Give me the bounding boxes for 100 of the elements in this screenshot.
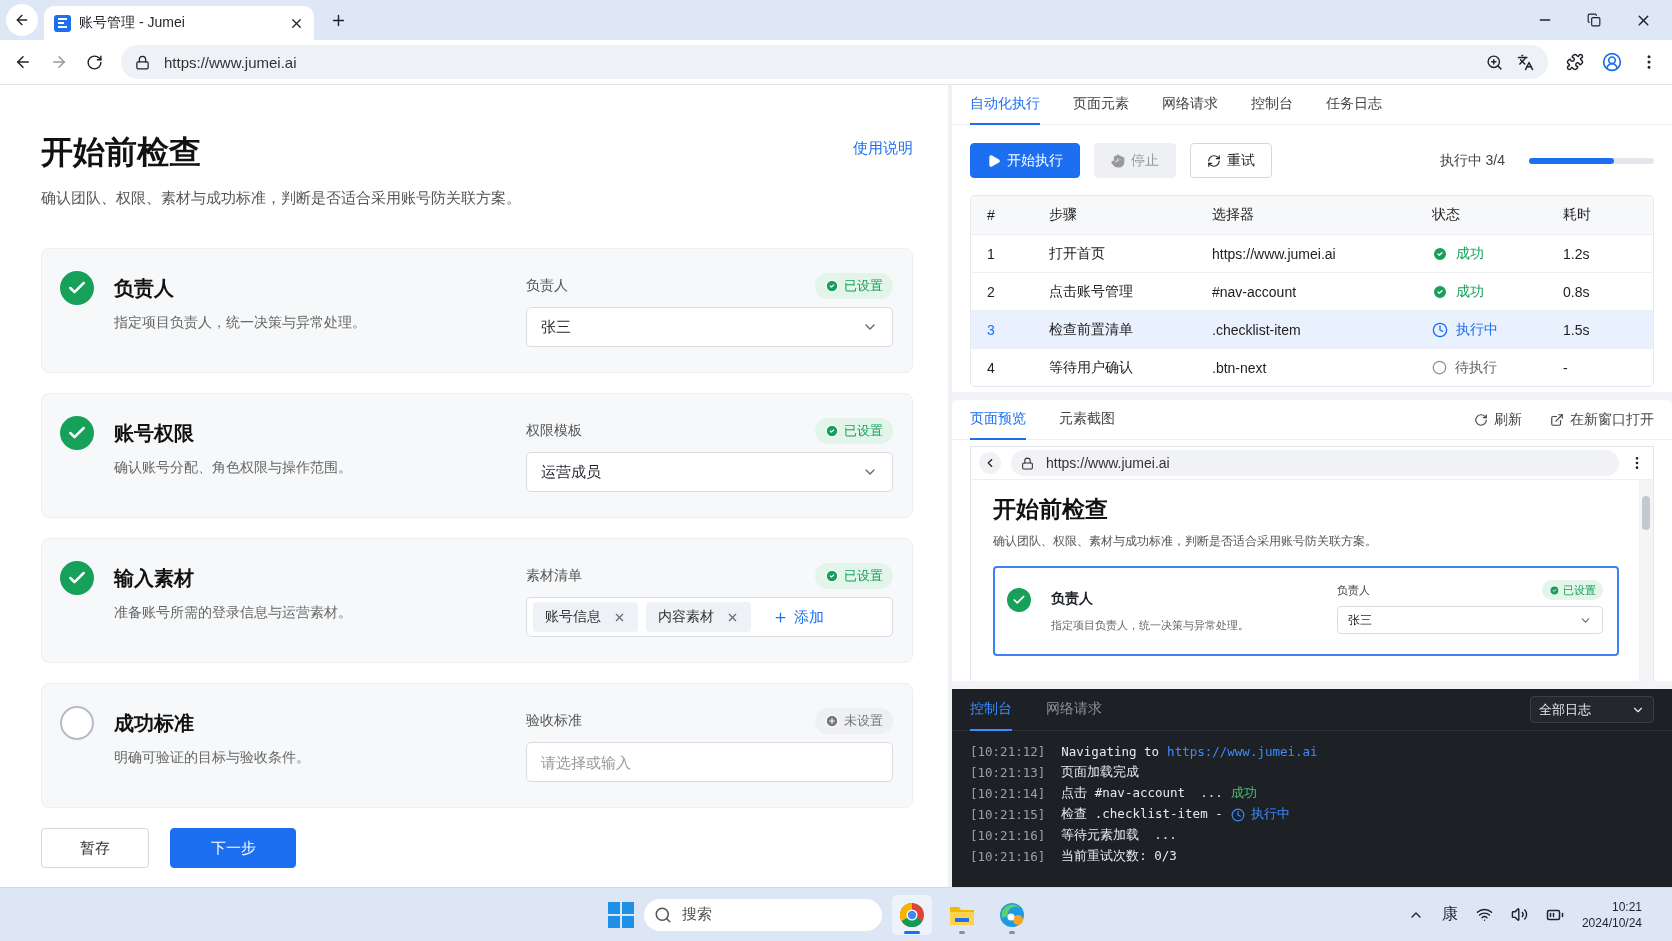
panel-tab[interactable]: 页面元素 — [1073, 84, 1129, 125]
save-draft-button[interactable]: 暂存 — [41, 828, 149, 868]
back-icon[interactable] — [14, 53, 32, 71]
table-cell-text: - — [1563, 359, 1569, 376]
extensions-icon[interactable] — [1566, 53, 1584, 71]
input-method[interactable]: 康 — [1441, 904, 1458, 925]
tag: 内容素材 — [646, 602, 751, 632]
console-tab[interactable]: 控制台 — [970, 688, 1012, 731]
volume-icon[interactable] — [1510, 906, 1528, 923]
chrome-icon — [899, 901, 925, 928]
table-cell-text: 0.8s — [1563, 283, 1591, 300]
preview-address-bar: https://www.jumei.ai — [1011, 450, 1619, 476]
field-label: 负责人 — [526, 277, 568, 295]
scrollbar[interactable] — [1639, 480, 1653, 681]
new-tab-icon[interactable] — [330, 12, 347, 29]
panel-tab[interactable]: 控制台 — [1251, 84, 1293, 125]
check-circle-icon — [825, 569, 839, 583]
table-cell-text: 检查前置清单 — [1049, 320, 1134, 339]
column-header: # — [987, 207, 996, 223]
open-link[interactable]: 在新窗口打开 — [1550, 410, 1654, 429]
log-text: 执行中 — [1230, 806, 1290, 823]
preview-back-button[interactable] — [979, 452, 1001, 474]
back-button[interactable] — [6, 4, 38, 36]
column-header: 耗时 — [1563, 206, 1592, 224]
log-text: 成功 — [1230, 785, 1257, 802]
success-icon — [1432, 245, 1448, 262]
translate-icon[interactable] — [1517, 53, 1534, 71]
lock-icon — [1021, 456, 1034, 470]
start-icon[interactable] — [608, 901, 634, 928]
play-icon — [987, 153, 1001, 168]
profile-icon[interactable] — [1602, 52, 1622, 72]
help-link[interactable]: 使用说明 — [853, 139, 913, 158]
status-badge: 已设置 — [1542, 580, 1603, 600]
select-field[interactable]: 运营成员 — [526, 452, 893, 492]
panel-tab[interactable]: 网络请求 — [1162, 84, 1218, 125]
table-row[interactable]: 4 等待用户确认 .btn-next 待执行 - — [971, 348, 1653, 386]
log-time: [10:21:16] — [970, 828, 1046, 843]
log-text: 等待元素加载 ... — [1061, 827, 1177, 844]
reload-icon[interactable] — [86, 53, 103, 71]
log-link[interactable]: https://www.jumei.ai — [1167, 744, 1318, 759]
taskbar-clock[interactable]: 10:21 2024/10/24 — [1581, 898, 1642, 931]
check-circle-icon — [1549, 584, 1560, 596]
success-icon — [1432, 283, 1448, 300]
log-time: [10:21:12] — [970, 744, 1046, 759]
address-bar[interactable]: https://www.jumei.ai — [121, 45, 1548, 79]
next-button[interactable]: 下一步 — [170, 828, 296, 868]
status-cell: 成功 — [1432, 244, 1563, 263]
forward-icon[interactable] — [50, 53, 68, 71]
table-cell-text: 4 — [987, 359, 996, 376]
refresh-icon — [1474, 412, 1488, 427]
retry-button[interactable]: 重试 — [1190, 143, 1272, 178]
preview-tab[interactable]: 页面预览 — [970, 399, 1026, 440]
status-cell: 成功 — [1432, 282, 1563, 301]
add-link[interactable]: 添加 — [773, 607, 824, 627]
panel-tab[interactable]: 任务日志 — [1326, 84, 1382, 125]
taskbar-app[interactable] — [892, 894, 932, 935]
search-icon — [654, 905, 672, 924]
site-logo-icon — [54, 14, 71, 32]
item-description: 指定项目负责人，统一决策与异常处理。 — [1051, 618, 1250, 633]
log-time: [10:21:14] — [970, 786, 1046, 801]
select-field[interactable]: 张三 — [1337, 606, 1603, 634]
field-label: 权限模板 — [526, 422, 582, 440]
restore-icon[interactable] — [1587, 13, 1601, 27]
wifi-icon[interactable] — [1475, 906, 1493, 923]
table-cell-text: 1.2s — [1563, 245, 1591, 262]
table-cell-text: 等待用户确认 — [1049, 358, 1134, 377]
preview-tab[interactable]: 元素截图 — [1059, 399, 1115, 440]
item-title: 账号权限 — [114, 421, 195, 446]
zoom-icon[interactable] — [1486, 53, 1503, 71]
table-row[interactable]: 3 检查前置清单 .checklist-item 执行中 1.5s — [971, 310, 1653, 348]
taskbar-search[interactable]: 搜索 — [644, 898, 882, 931]
clock-icon — [1432, 321, 1448, 338]
input-field[interactable]: 请选择或输入 — [526, 742, 893, 782]
preview-title: 开始前检查 — [993, 495, 1109, 524]
log-filter-dropdown[interactable]: 全部日志 — [1530, 696, 1654, 723]
clock-icon — [1230, 807, 1245, 822]
status-cell: 待执行 — [1432, 358, 1563, 377]
item-title: 负责人 — [114, 276, 175, 301]
back-arrow-icon — [14, 12, 30, 28]
page-title: 开始前检查 — [41, 133, 201, 172]
console-tab[interactable]: 网络请求 — [1046, 688, 1102, 731]
tag-field[interactable]: 账号信息 内容素材 添加 — [526, 597, 893, 637]
item-description: 准备账号所需的登录信息与运营素材。 — [114, 604, 353, 622]
panel-tab[interactable]: 自动化执行 — [970, 84, 1040, 125]
table-cell-text: .checklist-item — [1212, 321, 1302, 338]
item-title: 成功标准 — [114, 711, 195, 736]
log-text: Navigating to — [1061, 744, 1160, 759]
column-header: 选择器 — [1212, 206, 1255, 224]
item-description: 明确可验证的目标与验收条件。 — [114, 749, 311, 767]
run-button[interactable]: 开始执行 — [970, 143, 1080, 178]
edge-icon — [999, 901, 1025, 928]
column-header: 步骤 — [1049, 206, 1078, 224]
table-cell-text: 1 — [987, 245, 996, 262]
select-field[interactable]: 张三 — [526, 307, 893, 347]
log-time: [10:21:13] — [970, 765, 1046, 780]
table-cell-text: 2 — [987, 283, 996, 300]
item-description: 指定项目负责人，统一决策与异常处理。 — [114, 314, 367, 332]
browser-tab[interactable]: 账号管理 - Jumei — [44, 6, 314, 40]
refresh-link[interactable]: 刷新 — [1474, 410, 1522, 429]
status-badge: 已设置 — [815, 563, 893, 589]
